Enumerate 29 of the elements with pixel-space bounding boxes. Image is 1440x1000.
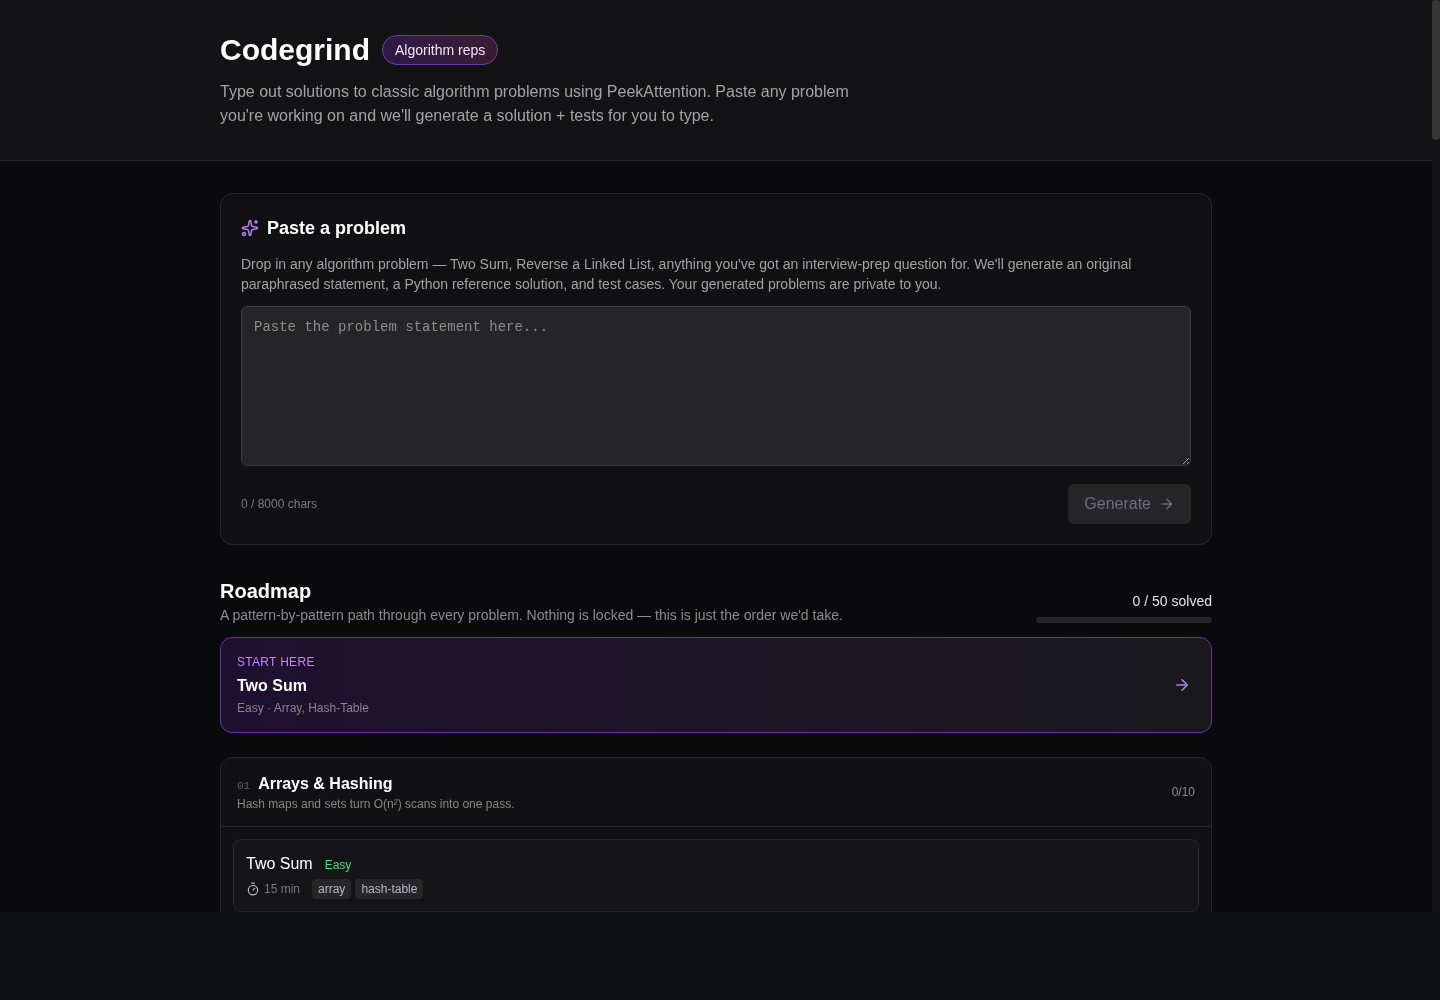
problem-tag: array xyxy=(312,879,352,899)
section-count: 0/10 xyxy=(1171,784,1195,800)
difficulty-label: Easy xyxy=(324,857,352,873)
start-here-label: START HERE xyxy=(237,654,316,670)
start-problem-meta: Easy · Array, Hash-Table xyxy=(237,700,369,716)
solved-count: 0 / 50 solved xyxy=(1132,592,1212,611)
arrow-right-icon xyxy=(1173,676,1191,694)
section-title: Arrays & Hashing xyxy=(258,774,393,794)
char-count: 0 / 8000 chars xyxy=(241,496,318,512)
roadmap-title: Roadmap xyxy=(220,579,313,604)
start-here-card[interactable]: START HERE Two Sum Easy · Array, Hash-Table xyxy=(220,637,1212,733)
problem-title: Two Sum xyxy=(246,854,313,874)
card-description: Drop in any algorithm problem — Two Sum, Reverse a Linked List, anything you've got an interview-prep question for. We'll generate an original paraphrased statement, a Python reference solution, and test cases. Your generated problems are private to you. xyxy=(241,255,1133,294)
app-badge: Algorithm reps xyxy=(382,35,499,65)
roadmap-subtitle: A pattern-by-pattern path through every problem. Nothing is locked — this is just the order we'd take. xyxy=(220,606,843,625)
problem-tag: hash-table xyxy=(355,879,424,899)
arrow-right-icon xyxy=(1159,496,1175,512)
card-title: Paste a problem xyxy=(267,217,407,240)
scrollbar-thumb[interactable] xyxy=(1432,0,1440,140)
section-description: Hash maps and sets turn O(n²) scans into one pass. xyxy=(237,796,515,812)
problem-card[interactable]: Two Sum Easy 15 min array hash-table xyxy=(233,839,1199,912)
problem-time: 15 min xyxy=(264,881,301,897)
problem-textarea[interactable]: Paste the problem statement here... xyxy=(241,306,1191,466)
stopwatch-icon xyxy=(246,882,260,896)
section-number: 01 xyxy=(237,779,251,794)
start-problem-title: Two Sum xyxy=(237,676,308,696)
app-title: Codegrind xyxy=(220,32,370,68)
sparkles-icon xyxy=(241,219,259,237)
app-description: Type out solutions to classic algorithm problems using PeekAttention. Paste any problem you're working on and we'll generate a solution + tests for you to type. xyxy=(220,82,850,126)
